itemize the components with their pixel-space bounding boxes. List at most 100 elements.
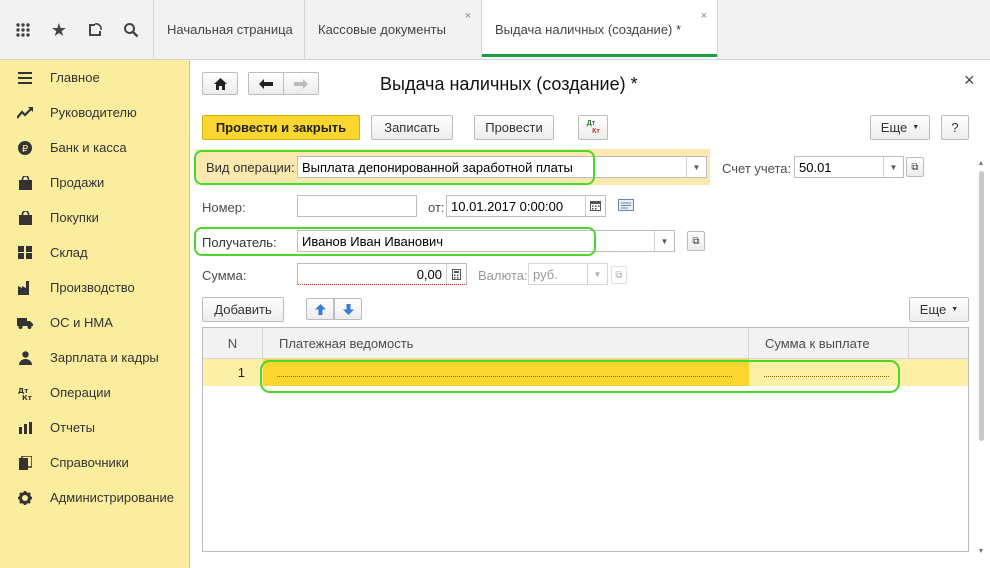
chevron-down-icon[interactable]: ▼ — [654, 231, 674, 251]
sidebar-item-label: Администрирование — [50, 490, 174, 505]
chevron-down-icon[interactable]: ▼ — [883, 157, 903, 177]
search-icon[interactable] — [116, 14, 146, 46]
sidebar-item-bank[interactable]: ₽ Банк и касса — [0, 130, 190, 165]
sidebar-item-manager[interactable]: Руководителю — [0, 95, 190, 130]
tab-cash-documents[interactable]: Кассовые документы × — [304, 0, 481, 58]
sidebar-item-label: Зарплата и кадры — [50, 350, 159, 365]
cart-icon — [0, 210, 50, 225]
sidebar: Главное Руководителю ₽ Банк и касса Прод… — [0, 60, 190, 568]
number-input[interactable] — [297, 195, 417, 217]
warehouse-icon — [0, 246, 50, 259]
apps-grid-icon[interactable] — [8, 14, 38, 46]
move-up-button[interactable] — [306, 298, 334, 320]
scrollbar-thumb[interactable] — [978, 171, 984, 441]
active-tab-indicator — [482, 54, 717, 57]
sidebar-item-label: Покупки — [50, 210, 99, 225]
highlight-frame — [260, 360, 900, 393]
trend-icon — [0, 106, 50, 119]
column-header-n[interactable]: N — [203, 328, 263, 359]
open-icon: ⧉ — [911, 161, 919, 173]
sidebar-item-label: Производство — [50, 280, 135, 295]
close-icon[interactable]: × — [465, 10, 471, 22]
sidebar-item-main[interactable]: Главное — [0, 60, 190, 95]
column-header-amount[interactable]: Сумма к выплате — [749, 328, 909, 359]
back-button[interactable] — [248, 72, 284, 95]
close-form-icon[interactable]: × — [964, 70, 975, 91]
table-header: N Платежная ведомость Сумма к выплате — [203, 328, 968, 359]
post-button[interactable]: Провести — [474, 115, 554, 140]
currency-select[interactable]: руб. ▼ — [528, 263, 608, 285]
menu-icon — [0, 71, 50, 84]
arrow-right-icon — [294, 78, 308, 89]
sidebar-item-reports[interactable]: Отчеты — [0, 410, 190, 445]
sidebar-item-sales[interactable]: Продажи — [0, 165, 190, 200]
close-icon[interactable]: × — [701, 10, 707, 22]
sidebar-item-purchases[interactable]: Покупки — [0, 200, 190, 235]
scroll-down-icon[interactable]: ▼ — [976, 548, 986, 555]
sidebar-item-administration[interactable]: Администрирование — [0, 480, 190, 515]
svg-text:₽: ₽ — [22, 144, 29, 155]
tab-home-label: Начальная страница — [167, 21, 293, 37]
calculator-icon[interactable] — [446, 264, 466, 284]
highlight-frame — [194, 150, 595, 185]
sidebar-item-catalogs[interactable]: Справочники — [0, 445, 190, 480]
favorites-star-icon[interactable]: ★ — [44, 14, 74, 46]
add-row-button[interactable]: Добавить — [202, 297, 284, 322]
date-value: 10.01.2017 0:00:00 — [451, 198, 564, 214]
more-button-label: Еще — [880, 120, 908, 135]
ruble-icon: ₽ — [0, 140, 50, 155]
tab-home[interactable]: Начальная страница — [153, 0, 304, 58]
home-button[interactable] — [202, 72, 238, 95]
people-icon — [0, 350, 50, 365]
currency-label: Валюта: — [478, 268, 528, 283]
sidebar-item-label: ОС и НМА — [50, 315, 113, 330]
arrow-up-icon — [314, 303, 326, 315]
open-currency-button[interactable]: ⧉ — [611, 266, 627, 284]
date-label: от: — [428, 200, 445, 215]
calendar-icon[interactable] — [585, 196, 605, 216]
post-and-close-button[interactable]: Провести и закрыть — [202, 115, 360, 140]
sidebar-item-label: Справочники — [50, 455, 129, 470]
save-button[interactable]: Записать — [371, 115, 453, 140]
sidebar-item-production[interactable]: Производство — [0, 270, 190, 305]
tab-cash-issue[interactable]: Выдача наличных (создание) * × — [481, 0, 718, 59]
dt-kt-button[interactable]: Дт Кт — [578, 115, 608, 140]
factory-icon — [0, 280, 50, 295]
history-icon[interactable] — [80, 14, 110, 46]
help-button[interactable]: ? — [941, 115, 969, 140]
truck-icon — [0, 317, 50, 329]
open-icon: ⧉ — [692, 235, 700, 247]
dt-label: Дт — [586, 119, 596, 127]
tab-cash-documents-label: Кассовые документы — [318, 21, 446, 37]
comment-icon[interactable] — [618, 199, 634, 214]
open-account-button[interactable]: ⧉ — [906, 157, 924, 177]
chevron-down-icon: ▼ — [951, 306, 959, 313]
sidebar-item-operations[interactable]: Дт Кт Операции — [0, 375, 190, 410]
forward-button[interactable] — [283, 72, 319, 95]
sidebar-item-label: Банк и касса — [50, 140, 127, 155]
column-header-statement[interactable]: Платежная ведомость — [263, 328, 749, 359]
number-label: Номер: — [202, 200, 246, 215]
sidebar-item-salary[interactable]: Зарплата и кадры — [0, 340, 190, 375]
more-button[interactable]: Еще ▼ — [870, 115, 930, 140]
account-select[interactable]: 50.01 ▼ — [794, 156, 904, 178]
gear-icon — [0, 490, 50, 505]
amount-input[interactable]: 0,00 — [297, 263, 467, 285]
sidebar-item-warehouse[interactable]: Склад — [0, 235, 190, 270]
sidebar-item-label: Отчеты — [50, 420, 95, 435]
account-label: Счет учета: — [722, 161, 792, 176]
chevron-down-icon[interactable]: ▼ — [587, 264, 607, 284]
open-recipient-button[interactable]: ⧉ — [687, 231, 705, 251]
scroll-up-icon[interactable]: ▲ — [976, 160, 986, 167]
barchart-icon — [0, 421, 50, 434]
chevron-down-icon[interactable]: ▼ — [686, 157, 706, 177]
sidebar-item-label: Операции — [50, 385, 111, 400]
sidebar-item-fixed-assets[interactable]: ОС и НМА — [0, 305, 190, 340]
vertical-scrollbar[interactable]: ▲ ▼ — [976, 160, 986, 555]
date-input[interactable]: 10.01.2017 0:00:00 — [446, 195, 606, 217]
top-bar: ★ Начальная страница Кассовые документы … — [0, 0, 990, 60]
highlight-frame — [194, 227, 596, 256]
table-more-button[interactable]: Еще ▼ — [909, 297, 969, 322]
move-down-button[interactable] — [334, 298, 362, 320]
arrow-left-icon — [259, 78, 273, 89]
